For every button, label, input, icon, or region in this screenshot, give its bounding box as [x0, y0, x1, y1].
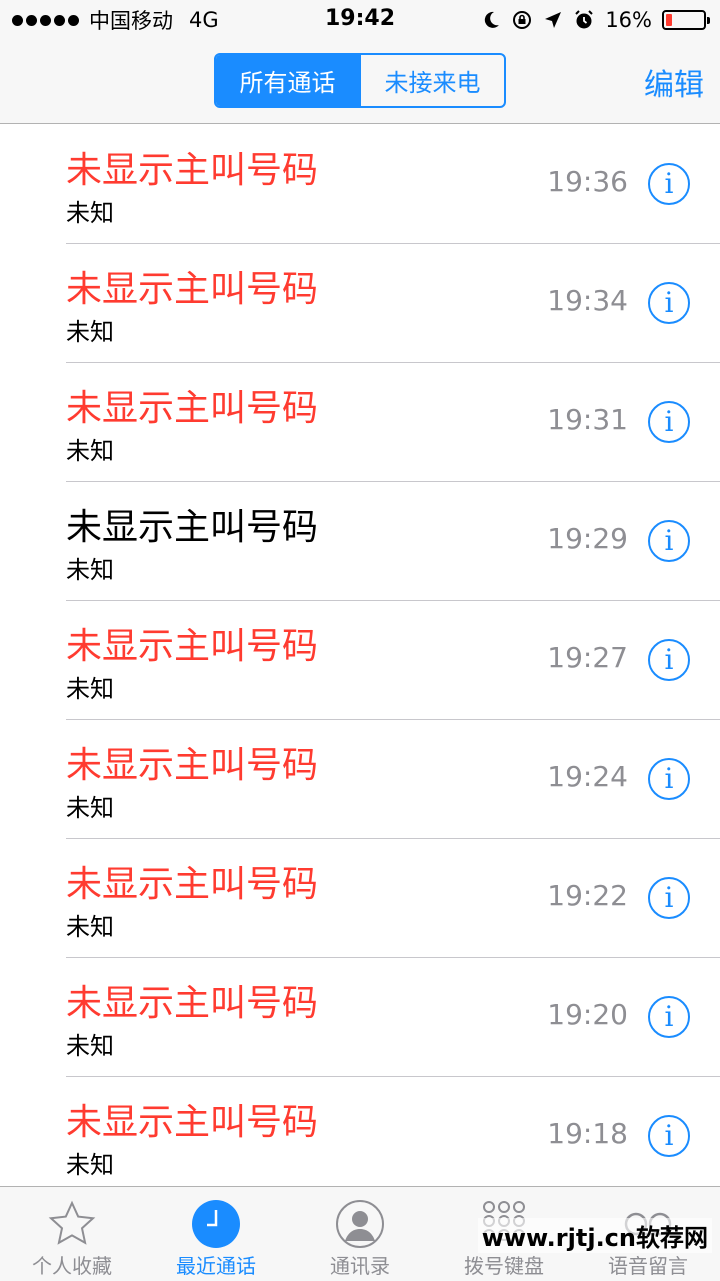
call-row[interactable]: 未显示主叫号码未知 19:31 i: [0, 363, 720, 482]
caller-label: 未知: [66, 318, 114, 346]
tab-star[interactable]: 个人收藏: [0, 1187, 144, 1281]
tab-label: 最近通话: [176, 1254, 256, 1278]
battery-icon: [662, 10, 710, 30]
call-row[interactable]: 未显示主叫号码未知 19:24 i: [0, 720, 720, 839]
tab-contacts[interactable]: 通讯录: [288, 1187, 432, 1281]
caller-label: 未知: [66, 913, 114, 941]
call-time: 19:31: [547, 403, 628, 436]
recent-calls-list: 未显示主叫号码 未知 19:36 i 未显示主叫号码 未知 19:34 i 未显示主叫号码 未知 1…: [0, 125, 720, 1196]
info-icon[interactable]: i: [648, 877, 690, 919]
status-bar: 中国移动 4G 19:42 16%: [0, 0, 720, 40]
battery-percent: 16%: [605, 8, 652, 32]
call-time: 19:29: [547, 522, 628, 555]
alarm-icon: [573, 9, 595, 31]
nav-bar: 所有通话 未接来电 编辑: [0, 40, 720, 124]
status-right: 16%: [481, 6, 710, 34]
watermark: www.rjtj.cn软荐网: [477, 1218, 712, 1253]
caller-label: 未知: [66, 675, 114, 703]
star-icon: [47, 1199, 97, 1249]
call-row[interactable]: 未显示主叫号码未知 19:20 i: [0, 958, 720, 1077]
battery-level: [666, 14, 672, 26]
call-time: 19:34: [547, 284, 628, 317]
tab-label: 拨号键盘: [464, 1254, 544, 1278]
info-icon[interactable]: i: [648, 639, 690, 681]
caller-name: 未显示主叫号码: [66, 626, 319, 667]
caller-label: 未知: [66, 1151, 114, 1179]
caller-label: 未知: [66, 437, 114, 465]
call-time: 19:36: [547, 165, 628, 198]
caller-name: 未显示主叫号码: [66, 1102, 319, 1143]
caller-name: 未显示主叫号码: [66, 983, 319, 1024]
call-row[interactable]: 未显示主叫号码未知 19:34 i: [0, 244, 720, 363]
caller-name: 未显示主叫号码: [66, 745, 319, 786]
call-time: 19:20: [547, 998, 628, 1031]
info-icon[interactable]: i: [648, 996, 690, 1038]
call-time: 19:18: [547, 1117, 628, 1150]
call-time: 19:27: [547, 641, 628, 674]
caller-label: 未知: [66, 1032, 114, 1060]
info-icon[interactable]: i: [648, 1115, 690, 1157]
call-row[interactable]: 未显示主叫号码未知 19:29 i: [0, 482, 720, 601]
info-icon[interactable]: i: [648, 758, 690, 800]
call-row[interactable]: 未显示主叫号码未知 19:18 i: [0, 1077, 720, 1196]
caller-name: 未显示主叫号码: [66, 507, 319, 548]
rotation-lock-icon: [511, 9, 533, 31]
caller-name: 未显示主叫号码: [66, 150, 319, 191]
contacts-icon: [335, 1199, 385, 1249]
call-row[interactable]: 未显示主叫号码未知 19:36 i: [0, 125, 720, 244]
location-arrow-icon: [543, 10, 563, 30]
caller-name: 未显示主叫号码: [66, 864, 319, 905]
info-icon[interactable]: i: [648, 282, 690, 324]
moon-icon: [481, 10, 501, 30]
call-time: 19:24: [547, 760, 628, 793]
call-filter-segmented-control: 所有通话 未接来电: [214, 53, 506, 108]
tab-label: 通讯录: [330, 1254, 390, 1278]
tab-label: 个人收藏: [32, 1254, 112, 1278]
caller-label: 未知: [66, 556, 114, 584]
caller-label: 未知: [66, 199, 114, 227]
call-row[interactable]: 未显示主叫号码未知 19:22 i: [0, 839, 720, 958]
tab-clock[interactable]: 最近通话: [144, 1187, 288, 1281]
caller-name: 未显示主叫号码: [66, 388, 319, 429]
caller-label: 未知: [66, 794, 114, 822]
segment-all-calls[interactable]: 所有通话: [216, 55, 359, 106]
clock-icon: [191, 1199, 241, 1249]
caller-name: 未显示主叫号码: [66, 269, 319, 310]
info-icon[interactable]: i: [648, 401, 690, 443]
info-icon[interactable]: i: [648, 163, 690, 205]
tab-label: 语音留言: [608, 1254, 688, 1278]
info-icon[interactable]: i: [648, 520, 690, 562]
edit-button[interactable]: 编辑: [644, 60, 704, 104]
call-time: 19:22: [547, 879, 628, 912]
call-row[interactable]: 未显示主叫号码未知 19:27 i: [0, 601, 720, 720]
segment-missed-calls[interactable]: 未接来电: [359, 55, 504, 106]
